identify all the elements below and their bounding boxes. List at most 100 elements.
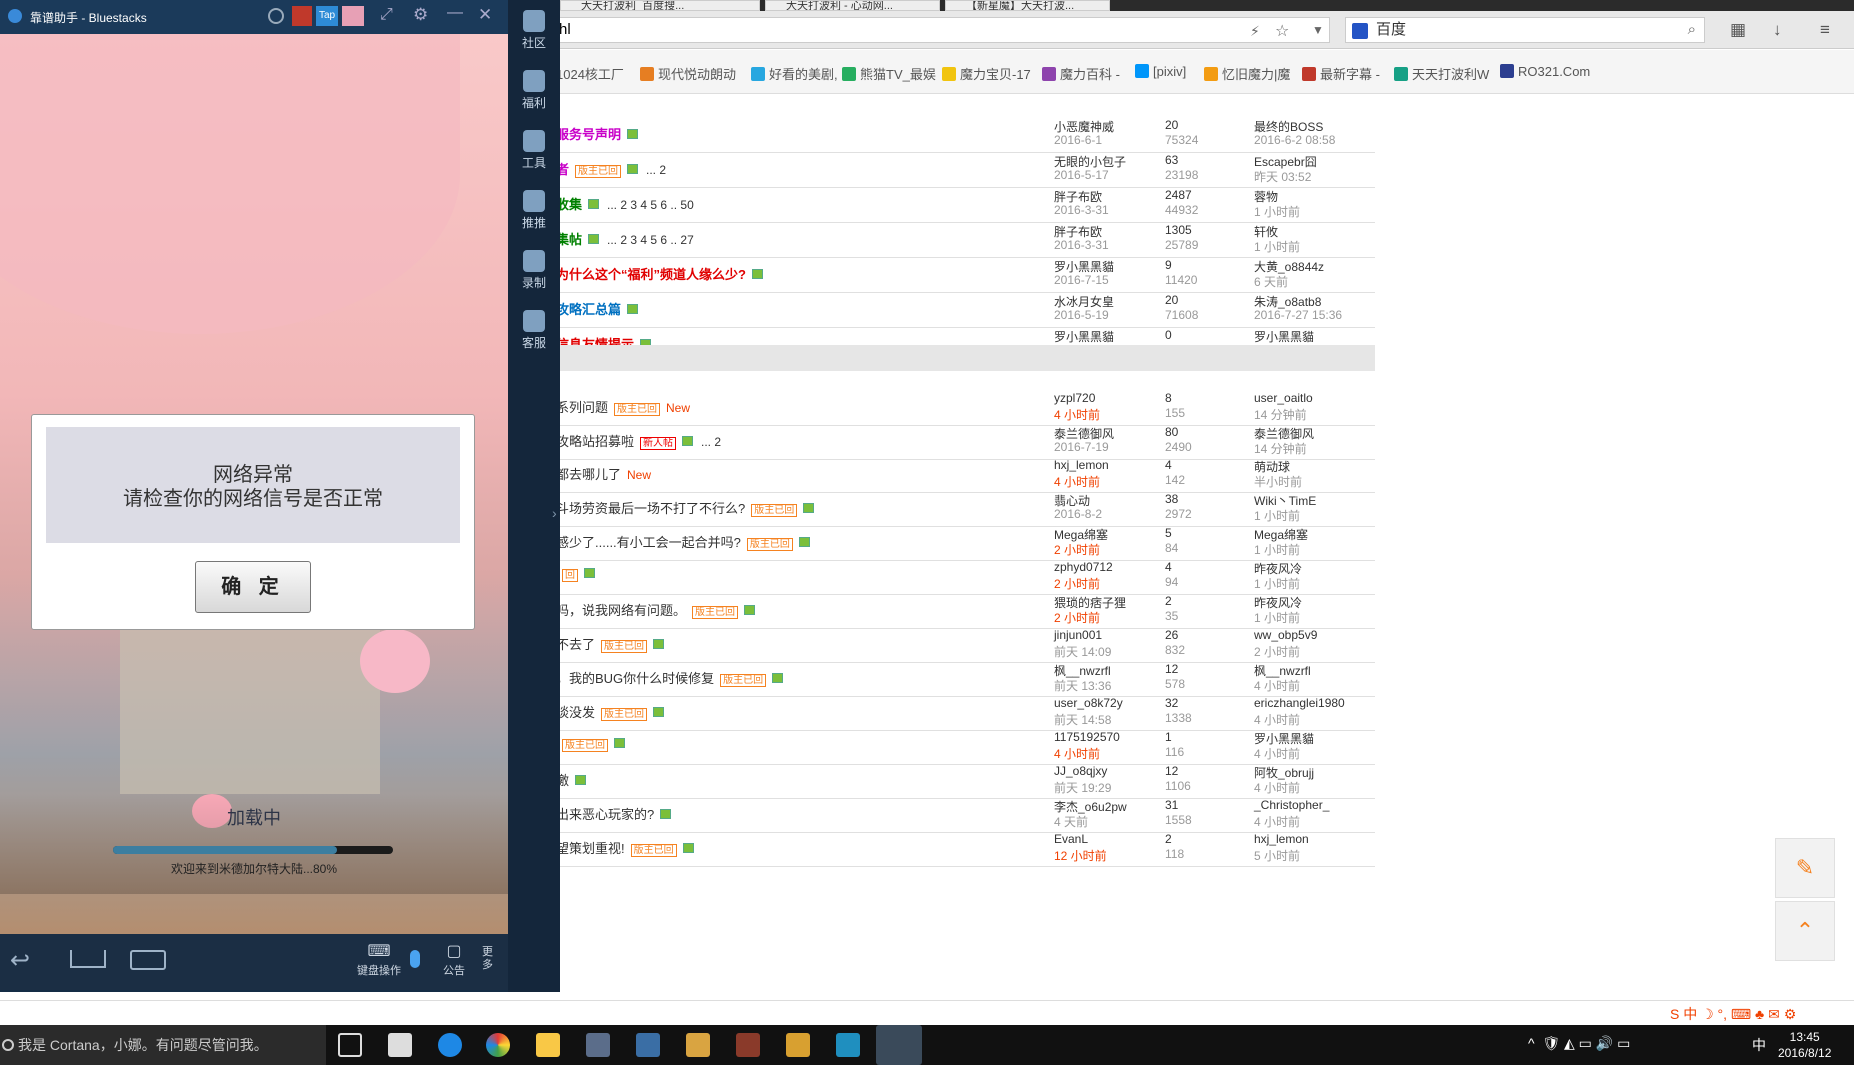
thread-title[interactable]: 集帖... 2 3 4 5 6 .. 27 <box>556 229 694 248</box>
taptap-icon[interactable]: Tap <box>316 6 338 26</box>
thread-title[interactable]: 感少了......有小工会一起合并吗? 版主已回 <box>556 532 810 551</box>
app-icon-2[interactable] <box>636 1033 660 1057</box>
sidebar-item-welfare[interactable]: 福利 <box>508 70 560 111</box>
grid-icon[interactable]: ▦ <box>1730 20 1746 40</box>
search-box[interactable]: 百度 ⌕ <box>1345 17 1705 43</box>
back-icon[interactable]: ↩ <box>10 946 30 975</box>
bookmark-item[interactable]: 熊猫TV_最娱 <box>842 64 936 83</box>
thread-title[interactable]: 出来恶心玩家的? <box>556 804 672 823</box>
app-icon-3[interactable] <box>686 1033 710 1057</box>
flash-icon[interactable]: ⚡ <box>1250 23 1260 40</box>
sidebar-item-support[interactable]: 客服 <box>508 310 560 351</box>
last-reply-user[interactable]: hxj_lemon <box>1254 832 1309 846</box>
thread-title[interactable]: 攻略站招募啦 新人帖 ... 2 <box>556 431 721 450</box>
thread-title-text[interactable]: 都去哪儿了 <box>556 467 621 482</box>
thread-author[interactable]: JJ_o8qjxy <box>1054 764 1107 778</box>
page-links[interactable]: ... 2 3 4 5 6 .. 50 <box>607 198 694 212</box>
bookmark-item[interactable]: [pixiv] <box>1135 64 1186 79</box>
recent-apps-icon[interactable] <box>130 950 166 970</box>
bookmark-item[interactable]: 魔力百科 - <box>1042 64 1120 83</box>
thread-author[interactable]: hxj_lemon <box>1054 458 1109 472</box>
thread-title[interactable]: ，我的BUG你什么时候修复 版主已回 <box>556 668 784 687</box>
fullscreen-icon[interactable]: ⤢ <box>380 6 393 24</box>
thread-title[interactable]: 收集... 2 3 4 5 6 .. 50 <box>556 194 694 213</box>
thread-title[interactable]: 系列问题 版主已回 New <box>556 397 690 416</box>
page-links[interactable]: ... 2 3 4 5 6 .. 27 <box>607 233 694 247</box>
thread-author[interactable]: jinjun001 <box>1054 628 1102 642</box>
bookmark-item[interactable]: 天天打波利W <box>1394 64 1489 83</box>
browser-tab-3[interactable]: 【新星魔】大天打波... <box>945 0 1110 11</box>
thread-title-text[interactable]: 吗，说我网络有问题。 <box>556 603 686 618</box>
bookmark-item[interactable]: 好看的美剧, <box>751 64 838 83</box>
close-icon[interactable]: ✕ <box>478 5 492 25</box>
ime-indicator[interactable]: 中 <box>1752 1035 1766 1055</box>
file-explorer-icon[interactable] <box>536 1033 560 1057</box>
bookmark-item[interactable]: 最新字幕 - <box>1302 64 1380 83</box>
back-to-top-button[interactable]: ⌃ <box>1775 901 1835 961</box>
leaf-app-icon[interactable] <box>836 1033 860 1057</box>
thread-title[interactable]: 谈没发 版主已回 <box>556 702 665 721</box>
app-shortcut-icon[interactable] <box>292 6 312 26</box>
bookmark-item[interactable]: 现代悦动朗动 <box>640 64 736 83</box>
task-view-icon[interactable] <box>338 1033 362 1057</box>
sidebar-item-community[interactable]: 社区 <box>508 10 560 51</box>
thread-title-text[interactable]: 攻略站招募啦 <box>556 434 634 449</box>
star-icon[interactable]: ☆ <box>1275 21 1289 41</box>
thread-title-text[interactable]: 谈没发 <box>556 705 595 720</box>
thread-title-text[interactable]: 系列问题 <box>556 400 608 415</box>
app-icon-1[interactable] <box>586 1033 610 1057</box>
more-button[interactable]: 更多 <box>482 946 496 972</box>
thread-author[interactable]: user_o8k72y <box>1054 696 1123 710</box>
minimize-icon[interactable]: — <box>447 4 463 22</box>
history-icon[interactable] <box>268 8 284 24</box>
mouse-icon[interactable] <box>410 950 420 968</box>
system-tray[interactable]: ^ 🛡 ◭ ▭ 🔊 ▭ <box>1528 1035 1630 1052</box>
browser-app-icon[interactable] <box>486 1033 510 1057</box>
notice-button[interactable]: ▢ 公告 <box>436 942 472 978</box>
thread-title[interactable]: 攻略汇总篇 <box>556 299 639 318</box>
thread-author[interactable]: yzpl720 <box>1054 391 1095 405</box>
menu-icon[interactable]: ≡ <box>1820 20 1830 40</box>
thread-author[interactable]: 1175192570 <box>1054 730 1120 744</box>
store-icon[interactable] <box>388 1033 412 1057</box>
new-post-button[interactable]: ✎ <box>1775 838 1835 898</box>
last-reply-user[interactable]: ericzhanglei1980 <box>1254 696 1345 710</box>
browser-tab-1[interactable]: 大天打波利_百度搜... <box>560 0 760 11</box>
thread-title-text[interactable]: 为什么这个“福利”频道人缘么少? <box>556 267 746 282</box>
thread-author[interactable]: EvanL <box>1054 832 1088 846</box>
address-bar[interactable]: hl <box>540 17 1330 43</box>
sidebar-item-record[interactable]: 录制 <box>508 250 560 291</box>
thread-title[interactable]: 为什么这个“福利”频道人缘么少? <box>556 264 763 283</box>
sidebar-item-tools[interactable]: 工具 <box>508 130 560 171</box>
thread-title[interactable]: 吗，说我网络有问题。 版主已回 <box>556 600 756 619</box>
cortana-search[interactable]: 我是 Cortana，小娜。有问题尽管问我。 <box>0 1025 326 1065</box>
last-reply-user[interactable]: ww_obp5v9 <box>1254 628 1317 642</box>
thread-title-text[interactable]: ，我的BUG你什么时候修复 <box>556 671 714 686</box>
thread-title[interactable]: 斗场劳资最后一场不打了不行么? 版主已回 <box>556 498 815 517</box>
sidebar-item-recommend[interactable]: 推推 <box>508 190 560 231</box>
last-reply-user[interactable]: _Christopher_ <box>1254 798 1329 812</box>
thread-title[interactable]: 望策划重视! 版主已回 <box>556 838 694 857</box>
thread-title-text[interactable]: 斗场劳资最后一场不打了不行么? <box>556 501 745 516</box>
thread-title[interactable]: 者版主已回... 2 <box>556 159 666 178</box>
download-icon[interactable]: ↓ <box>1773 20 1782 40</box>
app-icon-4[interactable] <box>786 1033 810 1057</box>
keyboard-control-button[interactable]: ⌨ 键盘操作 <box>354 942 404 978</box>
page-links[interactable]: ... 2 <box>701 435 721 449</box>
thread-title[interactable]: 都去哪儿了 New <box>556 464 651 483</box>
thread-title-text[interactable]: 感少了......有小工会一起合并吗? <box>556 535 741 550</box>
last-reply-user[interactable]: user_oaitlo <box>1254 391 1313 405</box>
thread-title-text[interactable]: 服务号声明 <box>556 127 621 142</box>
thread-title-text[interactable]: 望策划重视! <box>556 841 625 856</box>
bookmark-item[interactable]: 魔力宝贝-17 <box>942 64 1031 83</box>
game-shortcut-icon[interactable] <box>342 6 364 26</box>
search-icon[interactable]: ⌕ <box>1688 18 1696 42</box>
settings-icon[interactable]: ⚙ <box>413 5 428 25</box>
thread-title[interactable]: 回 <box>556 566 595 582</box>
dropdown-icon[interactable]: ▼ <box>1312 23 1324 37</box>
game-icon[interactable] <box>736 1033 760 1057</box>
home-icon[interactable] <box>70 950 106 968</box>
thread-title-text[interactable]: 出来恶心玩家的? <box>556 807 654 822</box>
thread-title[interactable]: 激 <box>556 770 587 789</box>
confirm-button[interactable]: 确 定 <box>195 561 311 613</box>
